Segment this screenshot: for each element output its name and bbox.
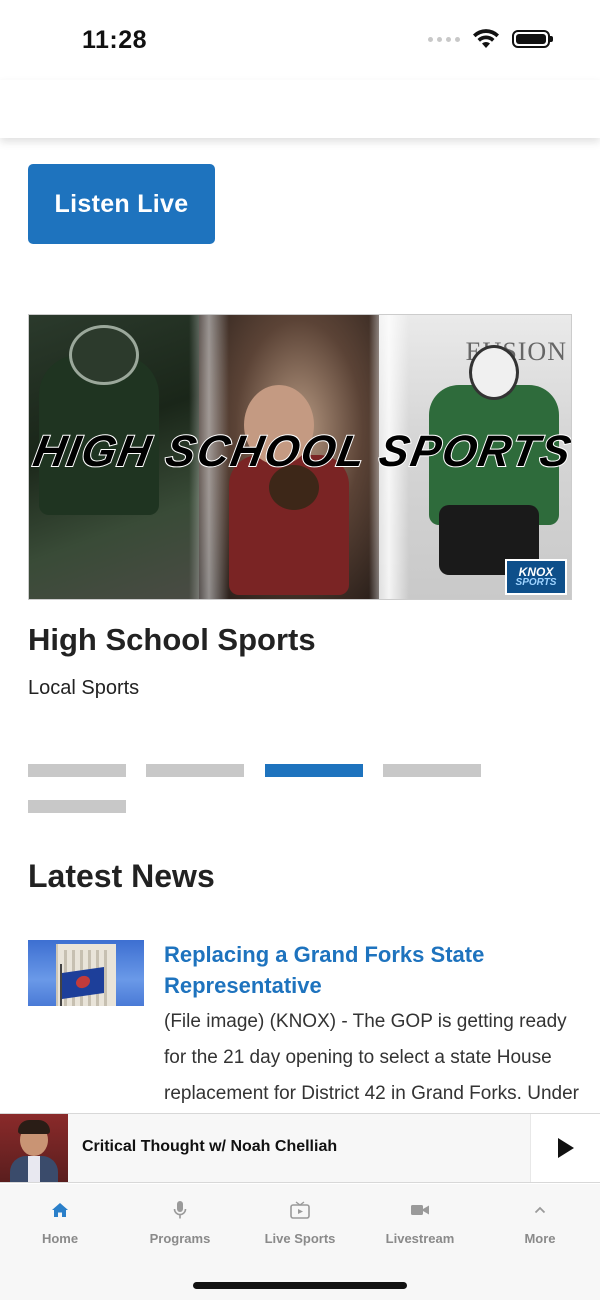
chevron-up-icon (534, 1206, 546, 1214)
carousel-indicator[interactable] (28, 800, 126, 813)
play-button[interactable] (530, 1114, 600, 1182)
tab-more[interactable]: More (480, 1198, 600, 1258)
news-excerpt: (File image) (KNOX) - The GOP is getting… (164, 1011, 579, 1104)
status-icons (428, 28, 553, 50)
featured-title[interactable]: High School Sports (28, 622, 316, 658)
carousel-indicator[interactable] (146, 764, 244, 777)
featured-image[interactable]: EUSION HIGH SCHOOL SPORTS KNOX SPORTS (28, 314, 572, 600)
featured-category: Local Sports (28, 677, 140, 699)
carousel-indicator[interactable] (383, 764, 481, 777)
status-time: 11:28 (82, 26, 148, 54)
microphone-icon (173, 1201, 187, 1219)
latest-news-heading: Latest News (28, 858, 215, 894)
news-thumbnail[interactable] (28, 940, 144, 1006)
carousel-indicator-active[interactable] (265, 764, 363, 777)
football-helmet (69, 325, 139, 385)
tab-label: Home (41, 1231, 79, 1246)
cellular-signal-icon (428, 36, 460, 42)
video-camera-icon (411, 1205, 429, 1215)
home-indicator[interactable] (193, 1282, 407, 1289)
home-icon (52, 1203, 68, 1217)
tab-livestream[interactable]: Livestream (360, 1198, 480, 1258)
app-header (0, 80, 600, 138)
carousel-indicator[interactable] (28, 764, 126, 777)
knox-sports-logo: KNOX SPORTS (505, 559, 567, 595)
news-title[interactable]: Replacing a Grand Forks State Representa… (164, 939, 584, 1001)
tab-home[interactable]: Home (0, 1198, 120, 1258)
status-bar: 11:28 (0, 0, 600, 80)
mini-player[interactable]: Critical Thought w/ Noah Chelliah (0, 1113, 600, 1183)
tab-label: Livestream (385, 1231, 455, 1246)
listen-live-button[interactable]: Listen Live (28, 164, 215, 244)
battery-icon (512, 30, 553, 48)
tab-label: Live Sports (264, 1231, 336, 1246)
featured-image-caption: HIGH SCHOOL SPORTS (29, 426, 572, 477)
now-playing-title[interactable]: Critical Thought w/ Noah Chelliah (82, 1138, 337, 1156)
hockey-helmet (469, 345, 519, 400)
tab-label: Programs (149, 1231, 211, 1246)
tab-label: More (524, 1231, 556, 1246)
host-avatar (0, 1114, 68, 1182)
logo-subtext: SPORTS (515, 577, 557, 588)
tv-play-icon (290, 1201, 310, 1219)
tab-live-sports[interactable]: Live Sports (240, 1198, 360, 1258)
tab-programs[interactable]: Programs (120, 1198, 240, 1258)
wifi-icon (473, 29, 499, 48)
play-icon (557, 1138, 574, 1158)
tab-bar: Home Programs Live Sports Livestream Mor… (0, 1184, 600, 1300)
